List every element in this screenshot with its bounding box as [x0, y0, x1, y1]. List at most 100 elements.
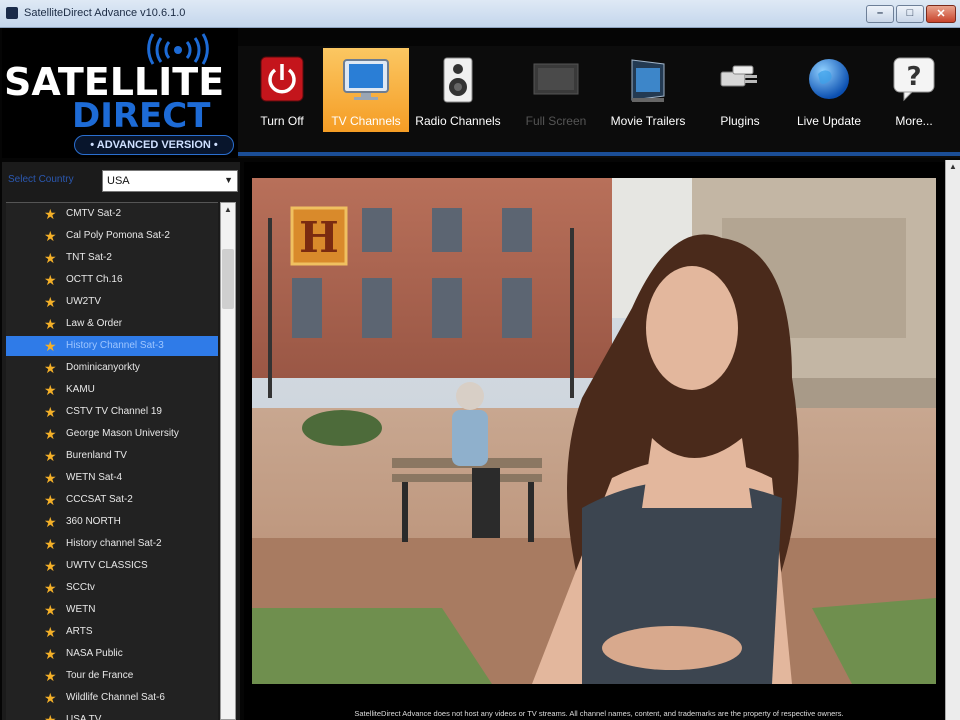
- favorite-star-icon: ★: [44, 294, 57, 310]
- movie-trailers-button[interactable]: Movie Trailers: [604, 48, 692, 132]
- video-player[interactable]: H: [244, 162, 960, 720]
- close-button[interactable]: ✕: [926, 5, 956, 23]
- favorite-star-icon: ★: [44, 448, 57, 464]
- toolbar-divider: [238, 152, 960, 156]
- favorite-star-icon: ★: [44, 470, 57, 486]
- channel-name: OCTT Ch.16: [66, 274, 123, 285]
- channel-list-item[interactable]: ★ SCCtv: [6, 578, 218, 598]
- help-icon: ?: [893, 57, 935, 102]
- channel-name: 360 NORTH: [66, 516, 121, 527]
- channel-list-item[interactable]: ★ History channel Sat-2: [6, 534, 218, 554]
- channel-name: CSTV TV Channel 19: [66, 406, 162, 417]
- channel-list-item[interactable]: ★ CSTV TV Channel 19: [6, 402, 218, 422]
- channel-list: ★ CMTV Sat-2 ★ Cal Poly Pomona Sat-2 ★ TNT Sa…: [6, 202, 218, 720]
- chevron-down-icon: ▼: [224, 175, 233, 185]
- brand-logo: SATELLITE DIRECT • ADVANCED VERSION •: [2, 28, 238, 158]
- favorite-star-icon: ★: [44, 360, 57, 376]
- video-frame-image: H: [252, 178, 936, 684]
- channel-list-item[interactable]: ★ Burenland TV: [6, 446, 218, 466]
- favorite-star-icon: ★: [44, 492, 57, 508]
- channel-name: Wildlife Channel Sat-6: [66, 692, 165, 703]
- favorite-star-icon: ★: [44, 690, 57, 706]
- speaker-icon: [443, 57, 473, 103]
- channel-list-item[interactable]: ★ History Channel Sat-3: [6, 336, 218, 356]
- channel-list-item[interactable]: ★ CMTV Sat-2: [6, 204, 218, 224]
- turn-off-button[interactable]: Turn Off: [242, 48, 322, 132]
- channel-name: History Channel Sat-3: [66, 340, 164, 351]
- title-bar: SatelliteDirect Advance v10.6.1.0 – □ ✕: [0, 0, 960, 28]
- channel-name: WETN Sat-4: [66, 472, 123, 483]
- favorite-star-icon: ★: [44, 646, 57, 662]
- channel-list-item[interactable]: ★ Wildlife Channel Sat-6: [6, 688, 218, 708]
- radio-channels-button[interactable]: Radio Channels: [410, 48, 506, 132]
- logo-badge: • ADVANCED VERSION •: [74, 135, 234, 155]
- channel-list-item[interactable]: ★ Tour de France: [6, 666, 218, 686]
- channel-name: WETN: [66, 604, 96, 615]
- channel-list-item[interactable]: ★ George Mason University: [6, 424, 218, 444]
- channel-list-item[interactable]: ★ CCCSAT Sat-2: [6, 490, 218, 510]
- country-filter-label: Select Country: [8, 174, 74, 185]
- favorite-star-icon: ★: [44, 602, 57, 618]
- channel-list-item[interactable]: ★ UW2TV: [6, 292, 218, 312]
- favorite-star-icon: ★: [44, 228, 57, 244]
- movie-trailers-label: Movie Trailers: [610, 114, 686, 128]
- full-screen-label: Full Screen: [525, 114, 587, 128]
- channel-list-item[interactable]: ★ TNT Sat-2: [6, 248, 218, 268]
- minimize-button[interactable]: –: [866, 5, 894, 23]
- favorite-star-icon: ★: [44, 712, 57, 720]
- favorite-star-icon: ★: [44, 316, 57, 332]
- main-scrollbar[interactable]: ▲: [945, 160, 960, 720]
- channel-name: Burenland TV: [66, 450, 127, 461]
- live-update-button[interactable]: Live Update: [786, 48, 872, 132]
- channel-name: USA TV: [66, 714, 102, 720]
- scroll-up-icon[interactable]: ▲: [224, 205, 232, 214]
- main-toolbar: Turn Off TV Channels Radio Channels Full…: [238, 46, 960, 158]
- fullscreen-icon: [533, 63, 579, 95]
- minimize-icon: –: [876, 7, 884, 19]
- channel-list-item[interactable]: ★ Law & Order: [6, 314, 218, 334]
- channel-list-item[interactable]: ★ ARTS: [6, 622, 218, 642]
- full-screen-button[interactable]: Full Screen: [508, 48, 604, 132]
- channel-list-item[interactable]: ★ WETN: [6, 600, 218, 620]
- more-button[interactable]: ? More...: [878, 48, 950, 132]
- channel-name: Tour de France: [66, 670, 134, 681]
- plugins-button[interactable]: Plugins: [700, 48, 780, 132]
- maximize-button[interactable]: □: [896, 5, 924, 23]
- channel-name: UW2TV: [66, 296, 101, 307]
- channel-list-item[interactable]: ★ WETN Sat-4: [6, 468, 218, 488]
- live-update-label: Live Update: [796, 114, 862, 128]
- svg-text:?: ?: [906, 62, 921, 92]
- scroll-up-icon[interactable]: ▲: [949, 162, 957, 171]
- power-icon: [260, 56, 304, 102]
- favorite-star-icon: ★: [44, 382, 57, 398]
- plugins-label: Plugins: [720, 114, 760, 128]
- channel-list-item[interactable]: ★ Cal Poly Pomona Sat-2: [6, 226, 218, 246]
- country-value: USA: [107, 175, 130, 187]
- turn-off-label: Turn Off: [260, 114, 304, 128]
- tv-channels-button[interactable]: TV Channels: [323, 48, 409, 132]
- channel-name: History channel Sat-2: [66, 538, 162, 549]
- channel-name: UWTV CLASSICS: [66, 560, 148, 571]
- channel-name: TNT Sat-2: [66, 252, 112, 263]
- logo-line-direct: DIRECT: [72, 96, 211, 136]
- favorite-star-icon: ★: [44, 404, 57, 420]
- history-channel-logo: H: [299, 213, 339, 262]
- tv-icon: [343, 59, 389, 100]
- channel-list-item[interactable]: ★ 360 NORTH: [6, 512, 218, 532]
- channel-name: NASA Public: [66, 648, 123, 659]
- channel-list-item[interactable]: ★ UWTV CLASSICS: [6, 556, 218, 576]
- scrollbar-thumb[interactable]: [222, 249, 234, 309]
- channel-list-item[interactable]: ★ NASA Public: [6, 644, 218, 664]
- country-dropdown[interactable]: USA ▼: [102, 170, 238, 192]
- channel-list-item[interactable]: ★ OCTT Ch.16: [6, 270, 218, 290]
- channel-name: CMTV Sat-2: [66, 208, 122, 219]
- channel-list-item[interactable]: ★ USA TV: [6, 710, 218, 720]
- channel-list-scrollbar[interactable]: ▲: [220, 202, 236, 720]
- channel-list-item[interactable]: ★ Dominicanyorkty: [6, 358, 218, 378]
- close-icon: ✕: [936, 8, 946, 20]
- channel-name: SCCtv: [66, 582, 95, 593]
- app-window: SATELLITE DIRECT • ADVANCED VERSION • Tu…: [0, 28, 960, 720]
- favorite-star-icon: ★: [44, 624, 57, 640]
- globe-icon: [809, 59, 849, 99]
- channel-list-item[interactable]: ★ KAMU: [6, 380, 218, 400]
